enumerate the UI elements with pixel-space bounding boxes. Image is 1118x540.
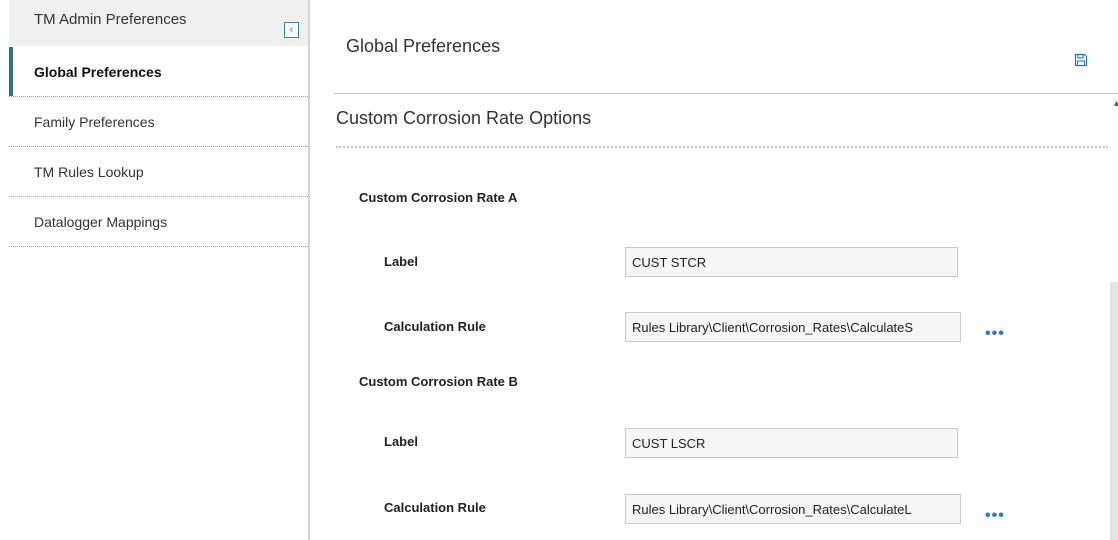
page-title: Global Preferences — [346, 36, 501, 56]
sidebar-item-label: Global Preferences — [34, 63, 162, 80]
save-icon[interactable] — [1074, 53, 1088, 67]
sidebar-item-datalogger-mappings[interactable]: Datalogger Mappings — [9, 197, 308, 247]
group-title-rate-a: Custom Corrosion Rate A — [359, 190, 518, 205]
label-caption-rate-b: Label — [384, 434, 418, 449]
sidebar: TM Admin Preferences ‹ Global Preference… — [0, 0, 310, 540]
more-options-button-rate-a[interactable]: ••• — [985, 326, 1005, 342]
label-input-rate-b[interactable] — [625, 428, 958, 458]
sidebar-item-global-preferences[interactable]: Global Preferences — [9, 47, 308, 97]
scroll-up-arrow-icon[interactable]: ▲ — [1112, 98, 1118, 108]
sidebar-item-label: Family Preferences — [34, 113, 155, 130]
sidebar-item-label: Datalogger Mappings — [34, 213, 168, 230]
sidebar-item-tm-rules-lookup[interactable]: TM Rules Lookup — [9, 147, 308, 197]
main-panel: Global Preferences ▲ Custom Corrosion Ra… — [312, 0, 1118, 540]
more-options-button-rate-b[interactable]: ••• — [985, 508, 1005, 524]
collapse-sidebar-button[interactable]: ‹ — [284, 22, 299, 38]
scrollbar-thumb[interactable] — [1110, 282, 1118, 540]
section-title: Custom Corrosion Rate Options — [336, 108, 592, 128]
label-caption-rate-a: Label — [384, 254, 418, 269]
rule-caption-rate-a: Calculation Rule — [384, 319, 486, 334]
sidebar-item-label: TM Rules Lookup — [34, 163, 144, 180]
title-divider — [334, 93, 1118, 94]
section-divider — [336, 146, 1108, 148]
rule-caption-rate-b: Calculation Rule — [384, 500, 486, 515]
sidebar-title: TM Admin Preferences — [34, 11, 187, 28]
chevron-left-icon: ‹ — [289, 23, 294, 36]
calculation-rule-input-rate-b[interactable] — [625, 494, 961, 524]
sidebar-nav: Global Preferences Family Preferences TM… — [9, 47, 308, 247]
sidebar-header: TM Admin Preferences ‹ — [9, 0, 308, 46]
group-title-rate-b: Custom Corrosion Rate B — [359, 374, 518, 389]
calculation-rule-input-rate-a[interactable] — [625, 312, 961, 342]
label-input-rate-a[interactable] — [625, 247, 958, 277]
sidebar-item-family-preferences[interactable]: Family Preferences — [9, 97, 308, 147]
